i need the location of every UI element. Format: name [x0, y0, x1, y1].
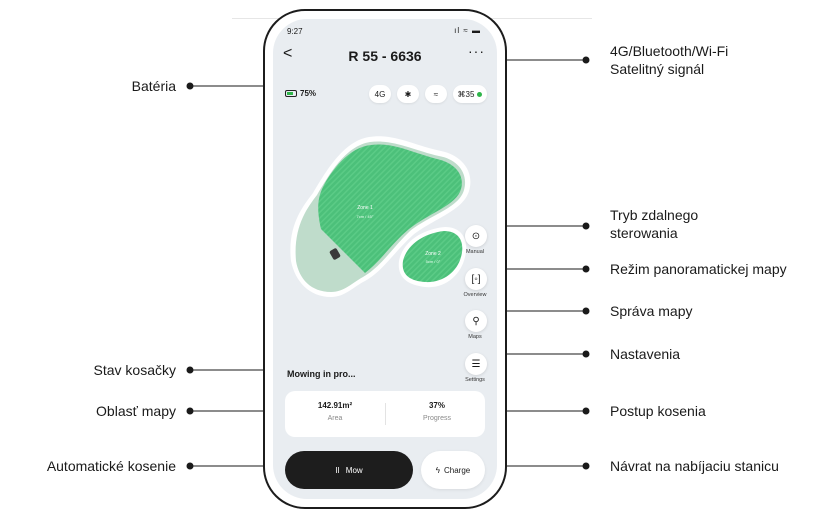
callout-battery: Batéria — [131, 78, 176, 94]
callout-signal-line2: Satelitný signál — [610, 61, 705, 77]
manual-label: Manual — [465, 249, 485, 255]
satellite-icon: ⌘ — [457, 89, 466, 99]
battery-icon — [285, 90, 297, 97]
stats-card: 142.91m² Area 37% Progress — [285, 391, 485, 437]
stats-divider — [385, 403, 386, 425]
app-screen: 9:27 ıl ≈ ▬ < R 55 - 6636 ··· 75% 4G ✱ ≈… — [273, 19, 497, 499]
more-options-icon[interactable]: ··· — [468, 43, 485, 59]
callout-settings: Nastavenia — [610, 346, 681, 362]
mow-status-text: Mowing in pro... — [287, 369, 356, 379]
joystick-icon: ⊙ — [471, 230, 481, 242]
callout-signal: 4G/Bluetooth/Wi-Fi Satelitný signál — [610, 42, 728, 78]
zone1-name: Zone 1 — [357, 205, 373, 211]
page-title: R 55 - 6636 — [348, 48, 422, 64]
satellite-signal[interactable]: ⌘ 35 — [453, 85, 487, 103]
manual-control-button[interactable]: ⊙ — [465, 225, 487, 247]
maps-button[interactable]: ⚲ — [465, 310, 487, 332]
battery-fill — [287, 92, 293, 95]
lawn-map[interactable]: Zone 1 7cm / 45° Zone 2 5cm / 0° — [273, 111, 497, 341]
phone-frame: 9:27 ıl ≈ ▬ < R 55 - 6636 ··· 75% 4G ✱ ≈… — [263, 9, 507, 509]
maps-label: Maps — [468, 334, 482, 340]
cellular-4g-icon[interactable]: 4G — [369, 85, 391, 103]
callout-progress: Postup kosenia — [610, 403, 706, 419]
progress-stat: 37% Progress — [397, 401, 477, 422]
callout-panorama: Režim panoramatickej mapy — [610, 261, 787, 277]
progress-label: Progress — [422, 415, 451, 422]
battery-indicator: 75% — [285, 89, 316, 98]
status-time: 9:27 — [287, 27, 303, 36]
charge-button-label: Charge — [443, 465, 471, 475]
mow-button[interactable]: II Mow — [285, 451, 413, 489]
satellite-status-dot — [477, 91, 483, 97]
callout-return: Návrat na nabíjaciu stanicu — [610, 458, 779, 474]
zone2-name: Zone 2 — [425, 251, 441, 257]
zone1-detail: 7cm / 45° — [357, 214, 374, 219]
settings-label: Settings — [465, 377, 485, 383]
pause-icon: II — [335, 465, 340, 475]
charge-button[interactable]: ϟ Charge — [421, 451, 485, 489]
callout-remote: Tryb zdalnego sterowania — [610, 206, 698, 242]
overview-button[interactable]: [◦] — [465, 268, 487, 290]
area-value: 142.91m² — [317, 401, 353, 410]
overview-label: Overview — [463, 292, 487, 298]
map-pin-icon: ⚲ — [472, 315, 480, 327]
bluetooth-icon[interactable]: ✱ — [397, 85, 419, 103]
satellite-count: 35 — [465, 89, 475, 99]
battery-label: 75% — [300, 89, 317, 98]
status-row: 75% 4G ✱ ≈ ⌘ 35 — [273, 83, 497, 105]
mow-button-label: Mow — [345, 465, 363, 475]
callout-signal-line1: 4G/Bluetooth/Wi-Fi — [610, 43, 729, 59]
status-bar: 9:27 ıl ≈ ▬ — [273, 19, 497, 39]
callout-map-area: Oblasť mapy — [96, 403, 176, 419]
fullscreen-icon: [◦] — [471, 273, 481, 285]
callout-map-manage: Správa mapy — [610, 303, 693, 319]
status-icons: ıl ≈ ▬ — [454, 26, 481, 35]
zone2-detail: 5cm / 0° — [426, 259, 441, 264]
area-stat: 142.91m² Area — [295, 401, 375, 422]
progress-value: 37% — [428, 401, 445, 410]
callout-auto-mowing: Automatické kosenie — [46, 458, 176, 474]
sliders-icon: ☰ — [471, 358, 481, 370]
settings-button[interactable]: ☰ — [465, 353, 487, 375]
callout-mower-status: Stav kosačky — [93, 362, 176, 378]
lightning-icon: ϟ — [435, 465, 440, 475]
callout-remote-line1: Tryb zdalnego — [610, 207, 699, 223]
callout-remote-line2: sterowania — [610, 225, 678, 241]
area-label: Area — [327, 415, 343, 422]
app-header: < R 55 - 6636 ··· — [273, 43, 497, 69]
wifi-icon[interactable]: ≈ — [425, 85, 447, 103]
